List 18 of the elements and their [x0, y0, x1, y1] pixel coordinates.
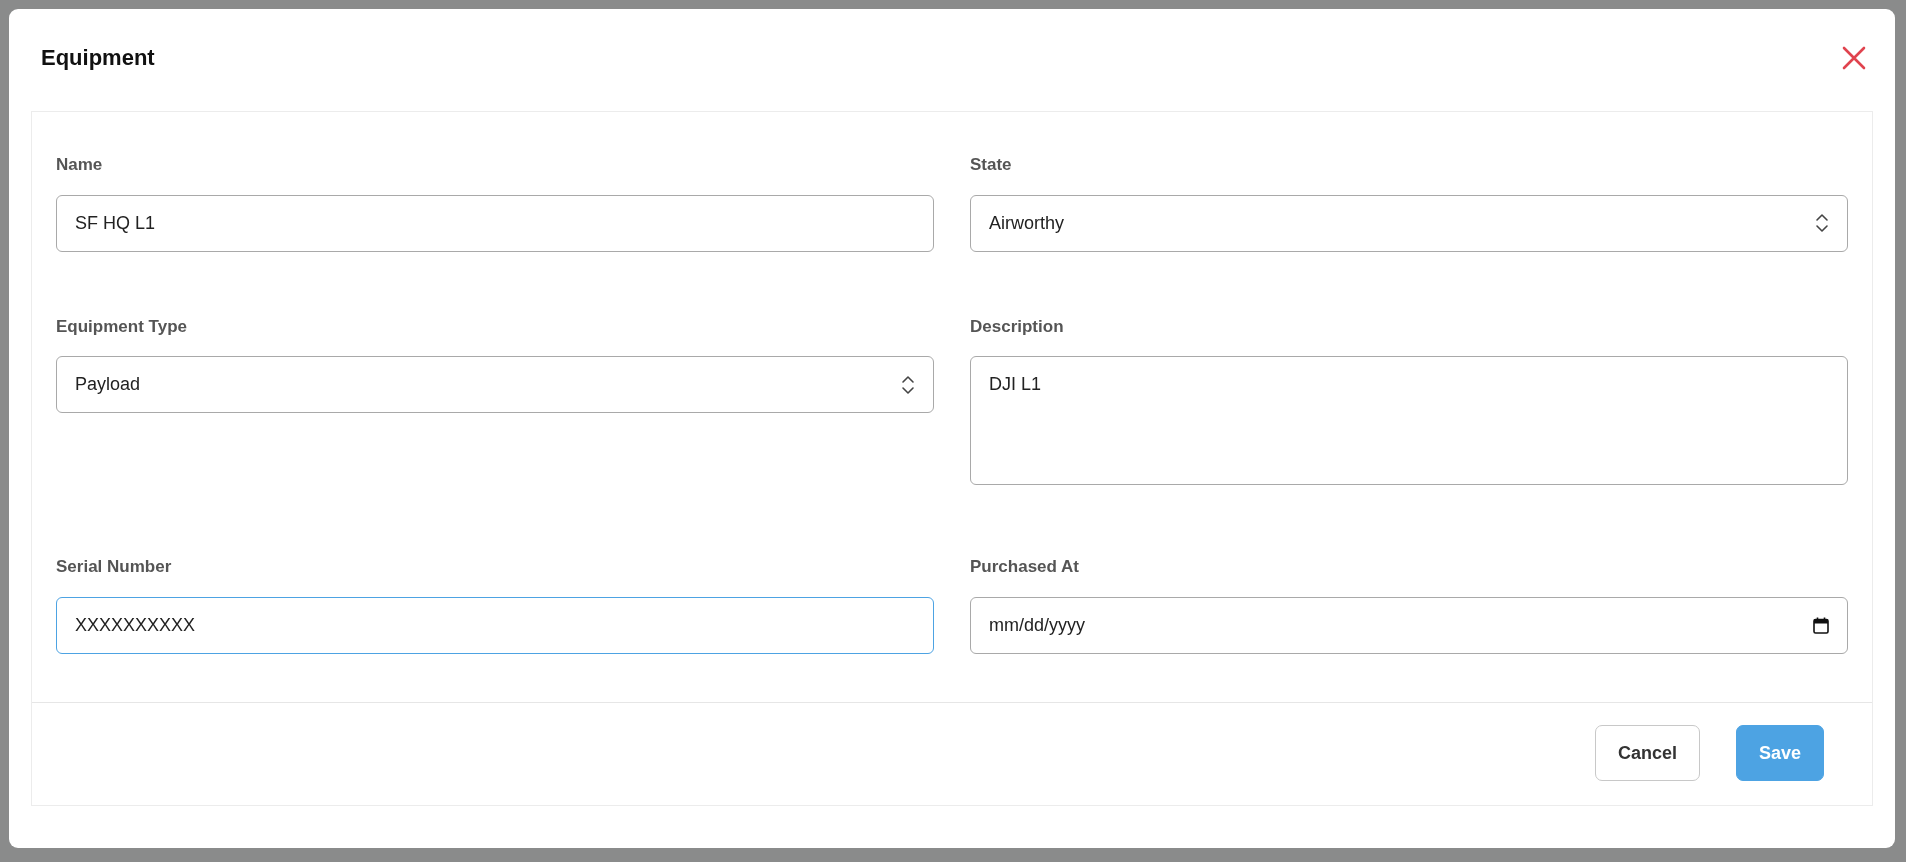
dialog-title: Equipment — [41, 44, 155, 72]
text-field[interactable]: XXXXXXXXXX — [56, 596, 934, 654]
field-label: Name — [56, 154, 103, 176]
chevron-up-down-icon — [1815, 212, 1829, 234]
calendar-icon — [1813, 616, 1829, 634]
text-field[interactable]: SF HQ L1 — [56, 194, 934, 252]
select-field[interactable]: Airworthy — [970, 194, 1848, 252]
field-label: State — [970, 154, 1012, 176]
field-label: Purchased At — [970, 556, 1079, 578]
chevron-up-down-icon — [901, 373, 915, 396]
close-icon — [1841, 45, 1867, 71]
field-label: Serial Number — [56, 556, 172, 578]
select-field[interactable]: Payload — [56, 356, 934, 413]
field-label: Equipment Type — [56, 315, 187, 338]
description-field[interactable]: DJI L1 — [970, 356, 1848, 485]
cancel-button[interactable]: Cancel — [1594, 725, 1700, 781]
field-label: Description — [970, 315, 1064, 338]
date-field[interactable]: mm/dd/yyyy — [970, 596, 1848, 654]
